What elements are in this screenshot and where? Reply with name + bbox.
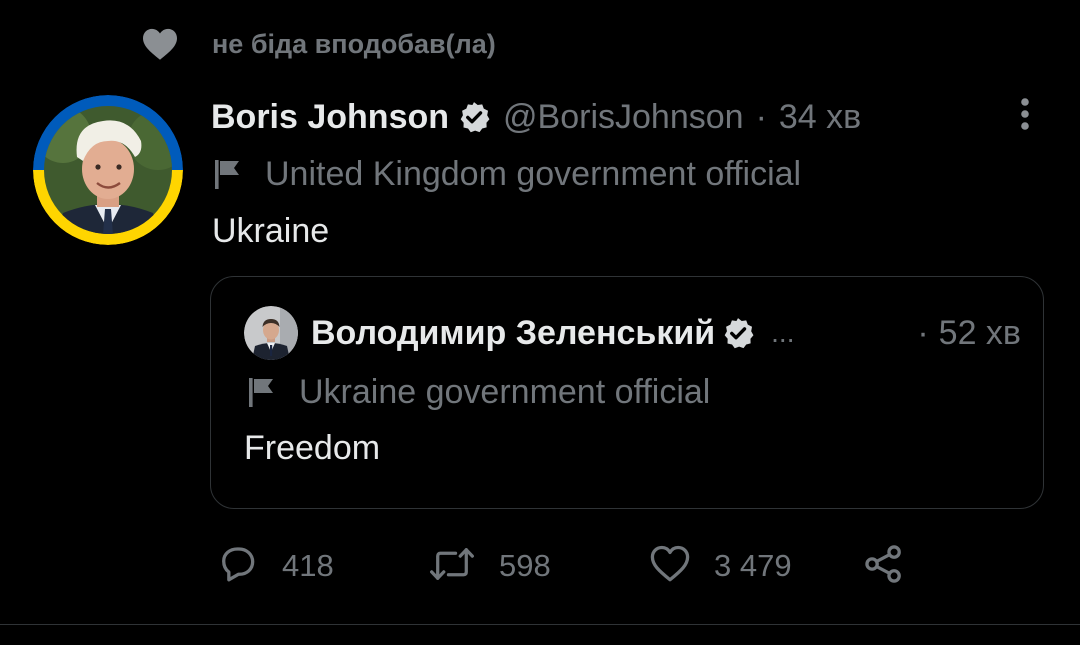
heart-filled-icon <box>140 26 180 62</box>
tweet-header: Boris Johnson @BorisJohnson · 34 хв <box>211 95 861 139</box>
quoted-tweet-text: Freedom <box>244 429 381 467</box>
retweet-count: 598 <box>499 548 551 583</box>
tweet-action-bar: 418 598 3 479 <box>0 542 1080 590</box>
quoted-handle-truncated: ... <box>771 317 795 348</box>
header-separator: · <box>755 97 767 136</box>
government-label[interactable]: United Kingdom government official <box>213 152 801 196</box>
tweet-text: Ukraine <box>212 212 330 250</box>
share-button[interactable] <box>862 542 906 590</box>
flag-icon <box>213 156 247 192</box>
header-separator: · <box>917 313 929 352</box>
quoted-government-label-text: Ukraine government official <box>299 372 711 411</box>
reply-icon <box>216 542 260 591</box>
share-icon <box>862 542 906 591</box>
more-vertical-icon[interactable] <box>1010 96 1040 132</box>
government-label-text: United Kingdom government official <box>265 154 802 193</box>
social-context-text: не біда вподобав(ла) <box>212 28 496 59</box>
verified-badge-icon <box>721 315 757 351</box>
quoted-tweet-header: Володимир Зеленський ... <box>311 311 794 355</box>
like-button[interactable]: 3 479 <box>648 542 792 590</box>
social-context[interactable]: не біда вподобав(ла) <box>140 26 496 62</box>
like-count: 3 479 <box>714 548 792 583</box>
flag-icon <box>247 374 281 410</box>
quoted-government-label[interactable]: Ukraine government official <box>247 370 710 414</box>
avatar[interactable] <box>244 306 298 360</box>
avatar[interactable] <box>33 95 183 245</box>
quoted-tweet[interactable]: Володимир Зеленський ... · 52 хв Ukraine… <box>210 276 1044 509</box>
author-handle[interactable]: @BorisJohnson <box>503 98 744 137</box>
retweet-button[interactable]: 598 <box>427 542 551 590</box>
reply-button[interactable]: 418 <box>216 542 334 590</box>
quoted-author-name[interactable]: Володимир Зеленський <box>311 314 715 353</box>
retweet-icon <box>427 542 477 591</box>
reply-count: 418 <box>282 548 334 583</box>
heart-outline-icon <box>648 542 692 591</box>
divider <box>0 624 1080 625</box>
author-name[interactable]: Boris Johnson <box>211 98 449 137</box>
quoted-time-wrap: · 52 хв <box>917 311 1021 355</box>
tweet-timestamp[interactable]: 34 хв <box>779 98 861 137</box>
verified-badge-icon <box>457 99 493 135</box>
quoted-timestamp[interactable]: 52 хв <box>939 314 1021 353</box>
